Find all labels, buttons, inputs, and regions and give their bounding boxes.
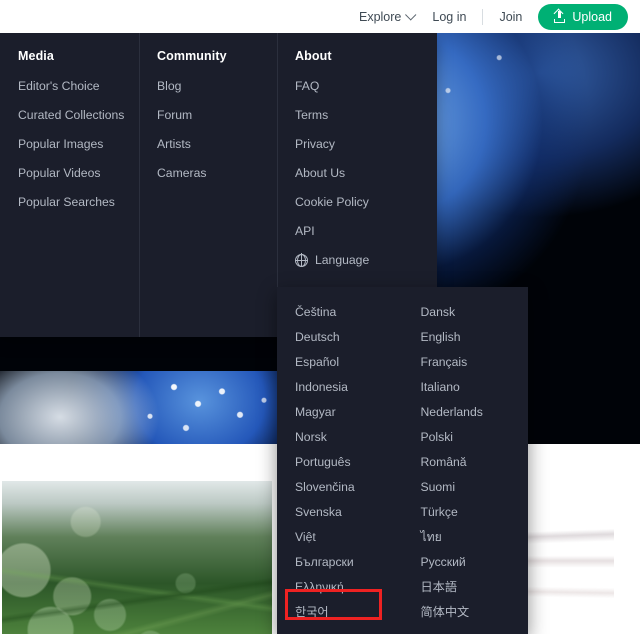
upload-button-label: Upload bbox=[572, 9, 612, 24]
menu-item-language[interactable]: Language bbox=[294, 253, 437, 267]
menu-item-cameras[interactable]: Cameras bbox=[157, 166, 277, 180]
language-option-viet[interactable]: Việt bbox=[295, 525, 403, 550]
menu-item-cookie-policy[interactable]: Cookie Policy bbox=[295, 195, 437, 209]
nav-explore-label: Explore bbox=[358, 9, 402, 24]
globe-icon bbox=[294, 253, 308, 267]
column-title-media: Media bbox=[18, 49, 54, 63]
menu-item-editors-choice[interactable]: Editor's Choice bbox=[18, 79, 139, 93]
menu-item-api[interactable]: API bbox=[295, 224, 437, 238]
language-option-magyar[interactable]: Magyar bbox=[295, 400, 403, 425]
language-option-cestina[interactable]: Čeština bbox=[295, 300, 403, 325]
language-option-chinese[interactable]: 简体中文 bbox=[421, 600, 529, 625]
language-option-romana[interactable]: Română bbox=[421, 450, 529, 475]
language-option-nederlands[interactable]: Nederlands bbox=[421, 400, 529, 425]
language-option-polski[interactable]: Polski bbox=[421, 425, 529, 450]
column-title-about: About bbox=[295, 49, 332, 63]
language-option-svenska[interactable]: Svenska bbox=[295, 500, 403, 525]
nav-join[interactable]: Join bbox=[499, 10, 522, 24]
language-option-portugues[interactable]: Português bbox=[295, 450, 403, 475]
nav-divider bbox=[482, 8, 484, 25]
language-option-russian[interactable]: Русский bbox=[421, 550, 529, 575]
upload-icon bbox=[554, 10, 566, 23]
language-option-japanese[interactable]: 日本語 bbox=[421, 575, 529, 600]
menu-item-popular-videos[interactable]: Popular Videos bbox=[18, 166, 139, 180]
language-option-deutsch[interactable]: Deutsch bbox=[295, 325, 403, 350]
menu-item-about-us[interactable]: About Us bbox=[295, 166, 437, 180]
menu-item-faq[interactable]: FAQ bbox=[295, 79, 437, 93]
language-option-indonesia[interactable]: Indonesia bbox=[295, 375, 403, 400]
menu-item-popular-images[interactable]: Popular Images bbox=[18, 137, 139, 151]
menu-item-language-label: Language bbox=[315, 253, 370, 267]
language-option-bulgarski[interactable]: Български bbox=[295, 550, 403, 575]
nav-login-label: Log in bbox=[432, 9, 467, 24]
nav-explore[interactable]: Explore bbox=[358, 8, 417, 24]
upload-button[interactable]: Upload bbox=[538, 3, 628, 30]
menu-item-popular-searches[interactable]: Popular Searches bbox=[18, 195, 139, 209]
top-navigation-bar: Explore Log in Join Upload bbox=[0, 0, 640, 33]
language-option-norsk[interactable]: Norsk bbox=[295, 425, 403, 450]
language-option-dansk[interactable]: Dansk bbox=[421, 300, 529, 325]
language-option-francais[interactable]: Français bbox=[421, 350, 529, 375]
language-column-right: Dansk English Français Italiano Nederlan… bbox=[403, 300, 529, 634]
language-option-turkce[interactable]: Türkçe bbox=[421, 500, 529, 525]
menu-item-blog[interactable]: Blog bbox=[157, 79, 277, 93]
language-option-espanol[interactable]: Español bbox=[295, 350, 403, 375]
page-root: Explore Log in Join Upload Media Editor'… bbox=[0, 0, 640, 634]
nav-login[interactable]: Log in bbox=[432, 10, 466, 24]
language-option-english[interactable]: English bbox=[421, 325, 529, 350]
sunset-clouds bbox=[519, 493, 614, 634]
column-title-community: Community bbox=[157, 49, 227, 63]
menu-item-privacy[interactable]: Privacy bbox=[295, 137, 437, 151]
grass-blades bbox=[2, 481, 272, 634]
menu-item-terms[interactable]: Terms bbox=[295, 108, 437, 122]
chevron-down-icon bbox=[405, 8, 417, 21]
menu-item-artists[interactable]: Artists bbox=[157, 137, 277, 151]
photo-jellyfish-small[interactable] bbox=[0, 371, 300, 444]
photo-grass-dew[interactable] bbox=[2, 481, 272, 634]
nav-join-label: Join bbox=[499, 9, 523, 24]
language-option-slovencina[interactable]: Slovenčina bbox=[295, 475, 403, 500]
language-option-italiano[interactable]: Italiano bbox=[421, 375, 529, 400]
grid-gutter-vertical-right bbox=[614, 481, 640, 634]
jellyfish-speckles-small bbox=[0, 371, 300, 444]
language-option-suomi[interactable]: Suomi bbox=[421, 475, 529, 500]
photo-city-sunset[interactable] bbox=[519, 493, 614, 634]
menu-item-curated-collections[interactable]: Curated Collections bbox=[18, 108, 139, 122]
language-option-elliniki[interactable]: Ελληνική bbox=[295, 575, 403, 600]
language-column-left: Čeština Deutsch Español Indonesia Magyar… bbox=[277, 300, 403, 634]
language-option-korean[interactable]: 한국어 bbox=[295, 600, 403, 625]
language-option-thai[interactable]: ไทย bbox=[421, 525, 529, 550]
menu-item-forum[interactable]: Forum bbox=[157, 108, 277, 122]
language-dropdown: Čeština Deutsch Español Indonesia Magyar… bbox=[277, 287, 528, 634]
mega-menu-column-community: Community Blog Forum Artists Cameras bbox=[139, 33, 277, 337]
mega-menu-column-media: Media Editor's Choice Curated Collection… bbox=[0, 33, 139, 337]
